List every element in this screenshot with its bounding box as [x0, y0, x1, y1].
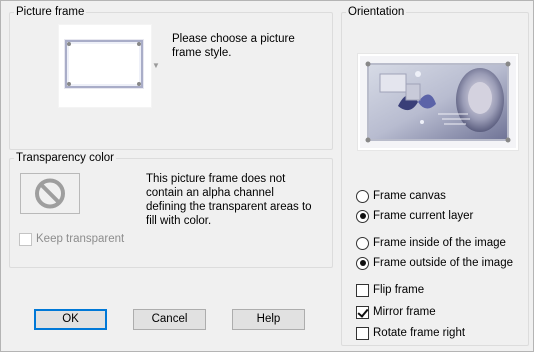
flip-frame-checkbox[interactable]: Flip frame — [356, 282, 424, 298]
no-entry-icon — [35, 178, 65, 209]
frame-inside-radio[interactable]: Frame inside of the image — [356, 235, 506, 251]
chevron-down-icon[interactable]: ▼ — [152, 61, 160, 70]
mirror-frame-checkbox[interactable]: Mirror frame — [356, 304, 436, 320]
frame-canvas-radio-button[interactable] — [356, 189, 369, 203]
frame-inside-radio-button[interactable] — [356, 236, 369, 250]
cancel-button[interactable]: Cancel — [133, 309, 206, 330]
frame-style-thumbnail — [65, 40, 143, 88]
frame-outside-radio[interactable]: Frame outside of the image — [356, 255, 513, 271]
frame-canvas-label: Frame canvas — [373, 190, 446, 202]
rotate-frame-right-label: Rotate frame right — [373, 327, 466, 339]
picture-frame-description: Please choose a picture frame style. — [172, 33, 295, 59]
mirror-frame-label: Mirror frame — [373, 306, 436, 318]
preview-artwork — [360, 56, 516, 148]
rotate-frame-right-box[interactable] — [356, 326, 369, 340]
mirror-frame-box[interactable] — [356, 305, 369, 319]
flip-frame-label: Flip frame — [373, 284, 425, 296]
transparency-color-group-title: Transparency color — [14, 151, 117, 165]
keep-transparent-label: Keep transparent — [36, 233, 125, 245]
frame-current-layer-radio-button[interactable] — [356, 209, 369, 223]
frame-current-layer-label: Frame current layer — [373, 210, 474, 222]
frame-style-selector[interactable] — [58, 24, 152, 108]
frame-canvas-radio[interactable]: Frame canvas — [356, 188, 446, 204]
ok-button[interactable]: OK — [34, 309, 107, 330]
picture-frame-group-title: Picture frame — [14, 5, 87, 19]
orientation-group-title: Orientation — [346, 5, 407, 19]
flip-frame-box[interactable] — [356, 283, 369, 297]
transparency-color-swatch — [20, 173, 80, 214]
frame-inside-label: Frame inside of the image — [373, 237, 506, 249]
help-button[interactable]: Help — [232, 309, 305, 330]
frame-current-layer-radio[interactable]: Frame current layer — [356, 208, 473, 224]
picture-frame-dialog: Picture frame ▼ Please choose a picture … — [0, 0, 534, 352]
keep-transparent-checkbox[interactable]: Keep transparent — [19, 231, 124, 247]
frame-outside-label: Frame outside of the image — [373, 257, 513, 269]
rotate-frame-right-checkbox[interactable]: Rotate frame right — [356, 325, 465, 341]
keep-transparent-box[interactable] — [19, 232, 32, 246]
transparency-description: This picture frame does not contain an a… — [146, 173, 312, 227]
frame-outside-radio-button[interactable] — [356, 256, 369, 270]
orientation-preview-image — [357, 53, 519, 151]
